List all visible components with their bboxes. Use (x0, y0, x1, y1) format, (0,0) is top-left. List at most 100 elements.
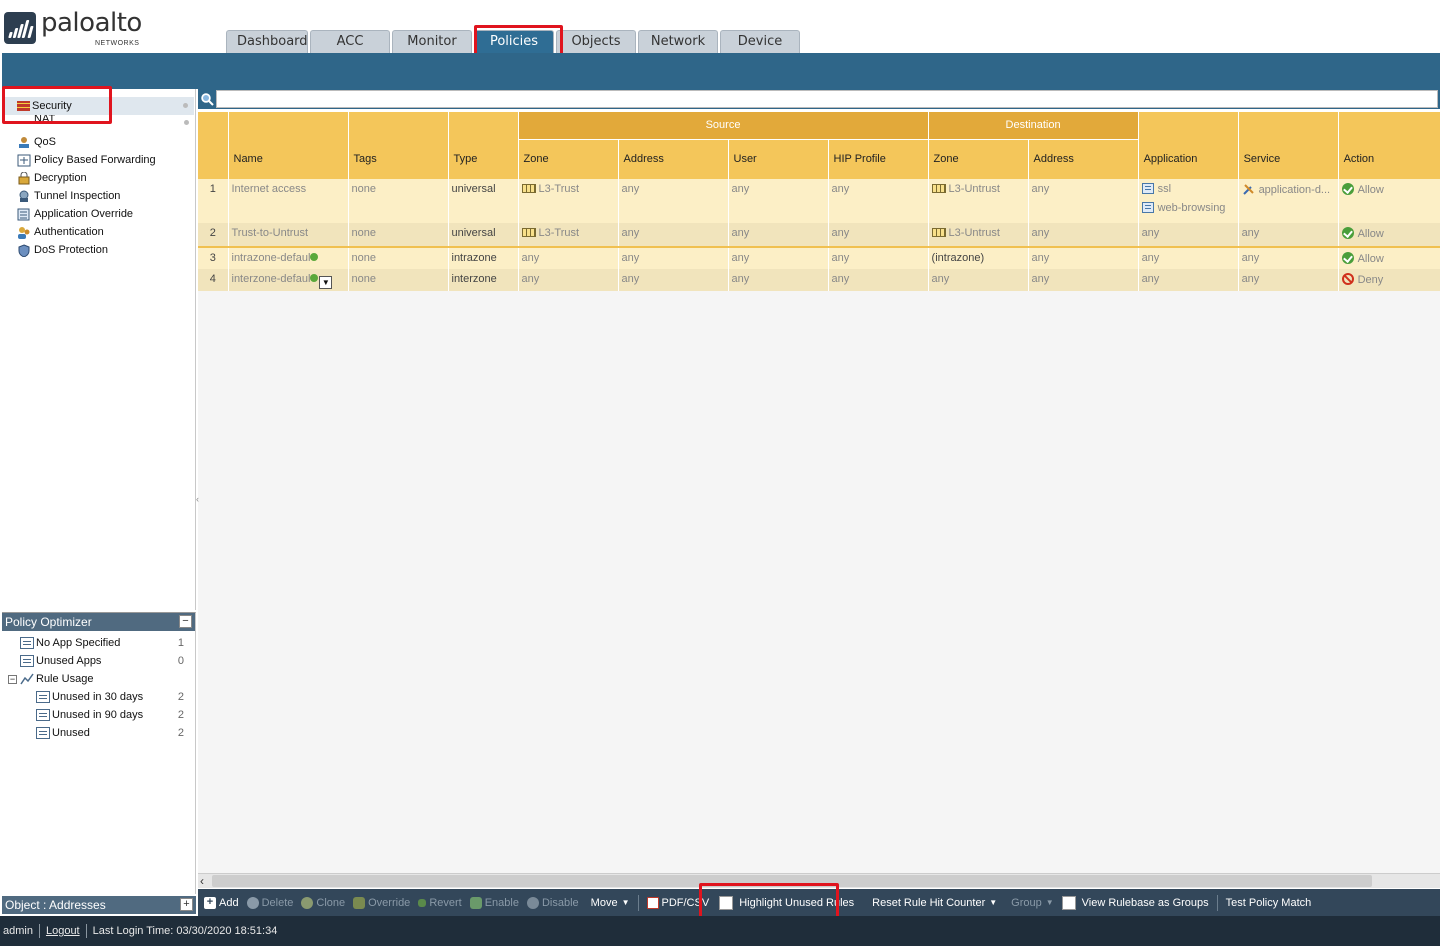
test-policy-match-button[interactable]: Test Policy Match (1226, 897, 1312, 909)
rule-name[interactable]: interzone-defaul ▼ (228, 269, 349, 291)
optimizer-item-no-app-specified[interactable]: No App Specified 1 (20, 634, 192, 652)
horizontal-scrollbar[interactable]: ‹ (198, 873, 1440, 888)
rule-destination-zone[interactable]: L3-Untrust (928, 223, 1029, 248)
nav-item-tunnel-inspection[interactable]: Tunnel Inspection (17, 187, 120, 205)
highlight-label: Highlight Unused Rules (739, 896, 855, 909)
rule-name[interactable]: Trust-to-Untrust (228, 223, 349, 248)
rule-service[interactable]: application-d... (1238, 179, 1339, 223)
nav-item-nat[interactable]: NAT (17, 115, 55, 125)
col-header-tags[interactable]: Tags (348, 112, 449, 179)
optimizer-item-rule-usage[interactable]: − Rule Usage (8, 670, 192, 688)
optimizer-item-unused[interactable]: Unused 2 (36, 724, 192, 742)
nav-item-authentication[interactable]: Authentication (17, 223, 104, 241)
col-header-application[interactable]: Application (1138, 112, 1239, 179)
nav-item-qos[interactable]: QoS (17, 133, 56, 151)
optimizer-item-unused-90[interactable]: Unused in 90 days 2 (36, 706, 192, 724)
rule-user: any (728, 179, 829, 223)
col-header-user[interactable]: User (728, 139, 829, 179)
tab-objects[interactable]: Objects (556, 30, 636, 53)
optimizer-item-count: 2 (177, 709, 184, 721)
highlight-unused-rules-toggle[interactable]: Highlight Unused Rules (719, 895, 855, 910)
clone-button[interactable]: Clone (301, 896, 345, 909)
col-header-name[interactable]: Name (228, 112, 349, 179)
tab-monitor[interactable]: Monitor (392, 30, 472, 53)
enable-button[interactable]: Enable (469, 896, 519, 909)
add-button[interactable]: + Add (204, 896, 239, 909)
scroll-left-icon[interactable]: ‹ (200, 874, 204, 888)
tab-network[interactable]: Network (638, 30, 718, 53)
rule-source-address: any (618, 269, 729, 291)
rule-name[interactable]: Internet access (228, 179, 349, 223)
table-row[interactable]: 1 Internet access none universal L3-Trus… (198, 179, 1440, 223)
scroll-thumb[interactable] (212, 875, 1372, 887)
rule-tags: none (348, 247, 449, 269)
rule-service[interactable]: any (1238, 223, 1339, 248)
tab-device[interactable]: Device (720, 30, 800, 53)
tree-collapse-icon[interactable]: − (8, 674, 17, 684)
tab-dashboard[interactable]: Dashboard (226, 30, 308, 53)
highlight-unused-checkbox[interactable] (719, 895, 734, 910)
delete-button[interactable]: Delete (246, 896, 293, 909)
rule-action[interactable]: Allow (1338, 247, 1440, 269)
revert-button[interactable]: Revert (418, 897, 462, 909)
rule-application[interactable]: any (1138, 223, 1239, 248)
col-header-source-zone[interactable]: Zone (518, 139, 619, 179)
col-header-type[interactable]: Type (448, 112, 519, 179)
nav-item-security[interactable]: Security (4, 97, 194, 115)
rule-source-zone: any (518, 269, 619, 291)
rule-source-address: any (618, 247, 729, 269)
table-row[interactable]: 4 interzone-defaul ▼ none interzone any a… (198, 269, 1440, 291)
deny-icon (1341, 273, 1354, 285)
rule-name[interactable]: intrazone-defaul (228, 247, 349, 269)
reset-hit-counter-dropdown[interactable]: Reset Rule Hit Counter ▼ (872, 897, 997, 909)
group-dropdown[interactable]: Group ▼ (1011, 897, 1054, 909)
logout-link[interactable]: Logout (46, 925, 80, 937)
tab-acc[interactable]: ACC (310, 30, 390, 53)
col-header-source-address[interactable]: Address (618, 139, 729, 179)
view-groups-checkbox[interactable] (1061, 895, 1076, 910)
qos-icon (17, 136, 32, 149)
nav-item-dos-protection[interactable]: DoS Protection (17, 241, 108, 259)
search-icon[interactable] (199, 91, 215, 107)
zone-icon (931, 228, 946, 237)
col-header-action[interactable]: Action (1338, 112, 1440, 179)
table-row[interactable]: 2 Trust-to-Untrust none universal L3-Tru… (198, 223, 1440, 248)
rule-source-zone[interactable]: L3-Trust (518, 223, 619, 248)
optimizer-item-count: 1 (177, 637, 184, 649)
expand-icon[interactable]: + (180, 898, 193, 911)
rule-action[interactable]: Deny (1338, 269, 1440, 291)
rule-action[interactable]: Allow (1338, 179, 1440, 223)
action-label: Deny (1357, 274, 1384, 286)
rule-destination-zone[interactable]: L3-Untrust (928, 179, 1029, 223)
rule-dropdown-icon[interactable]: ▼ (319, 276, 333, 289)
panel-collapse-handle[interactable]: ‹ (196, 494, 200, 520)
header: paloalto NETWORKS Dashboard ACC Monitor … (0, 0, 1440, 53)
allow-icon (1341, 252, 1354, 264)
col-header-hip-profile[interactable]: HIP Profile (828, 139, 929, 179)
rule-destination-zone: any (928, 269, 1029, 291)
tab-policies[interactable]: Policies (474, 30, 554, 53)
move-dropdown[interactable]: Move ▼ (591, 897, 630, 909)
optimizer-item-label: Unused in 30 days (52, 691, 144, 703)
col-header-service[interactable]: Service (1238, 112, 1339, 179)
override-icon (353, 896, 366, 909)
rule-source-zone[interactable]: L3-Trust (518, 179, 619, 223)
col-header-destination-address[interactable]: Address (1028, 139, 1139, 179)
collapse-icon[interactable]: − (179, 615, 192, 628)
rule-type: universal (448, 179, 519, 223)
view-rulebase-as-groups-toggle[interactable]: View Rulebase as Groups (1061, 895, 1209, 910)
optimizer-item-unused-30[interactable]: Unused in 30 days 2 (36, 688, 192, 706)
filter-input[interactable] (216, 90, 1438, 108)
rule-application[interactable]: ssl web-browsing (1138, 179, 1239, 223)
override-button[interactable]: Override (353, 896, 410, 909)
object-addresses-bar[interactable]: Object : Addresses + (2, 896, 196, 914)
table-row[interactable]: 3 intrazone-defaul none intrazone any an… (198, 247, 1440, 269)
nav-item-policy-based-forwarding[interactable]: Policy Based Forwarding (17, 151, 156, 169)
disable-button[interactable]: Disable (526, 896, 579, 909)
rule-action[interactable]: Allow (1338, 223, 1440, 248)
optimizer-item-unused-apps[interactable]: Unused Apps 0 (20, 652, 192, 670)
nav-item-application-override[interactable]: Application Override (17, 205, 133, 223)
nav-item-decryption[interactable]: Decryption (17, 169, 87, 187)
pdf-csv-button[interactable]: PDF/CSV (646, 896, 709, 909)
col-header-destination-zone[interactable]: Zone (928, 139, 1029, 179)
